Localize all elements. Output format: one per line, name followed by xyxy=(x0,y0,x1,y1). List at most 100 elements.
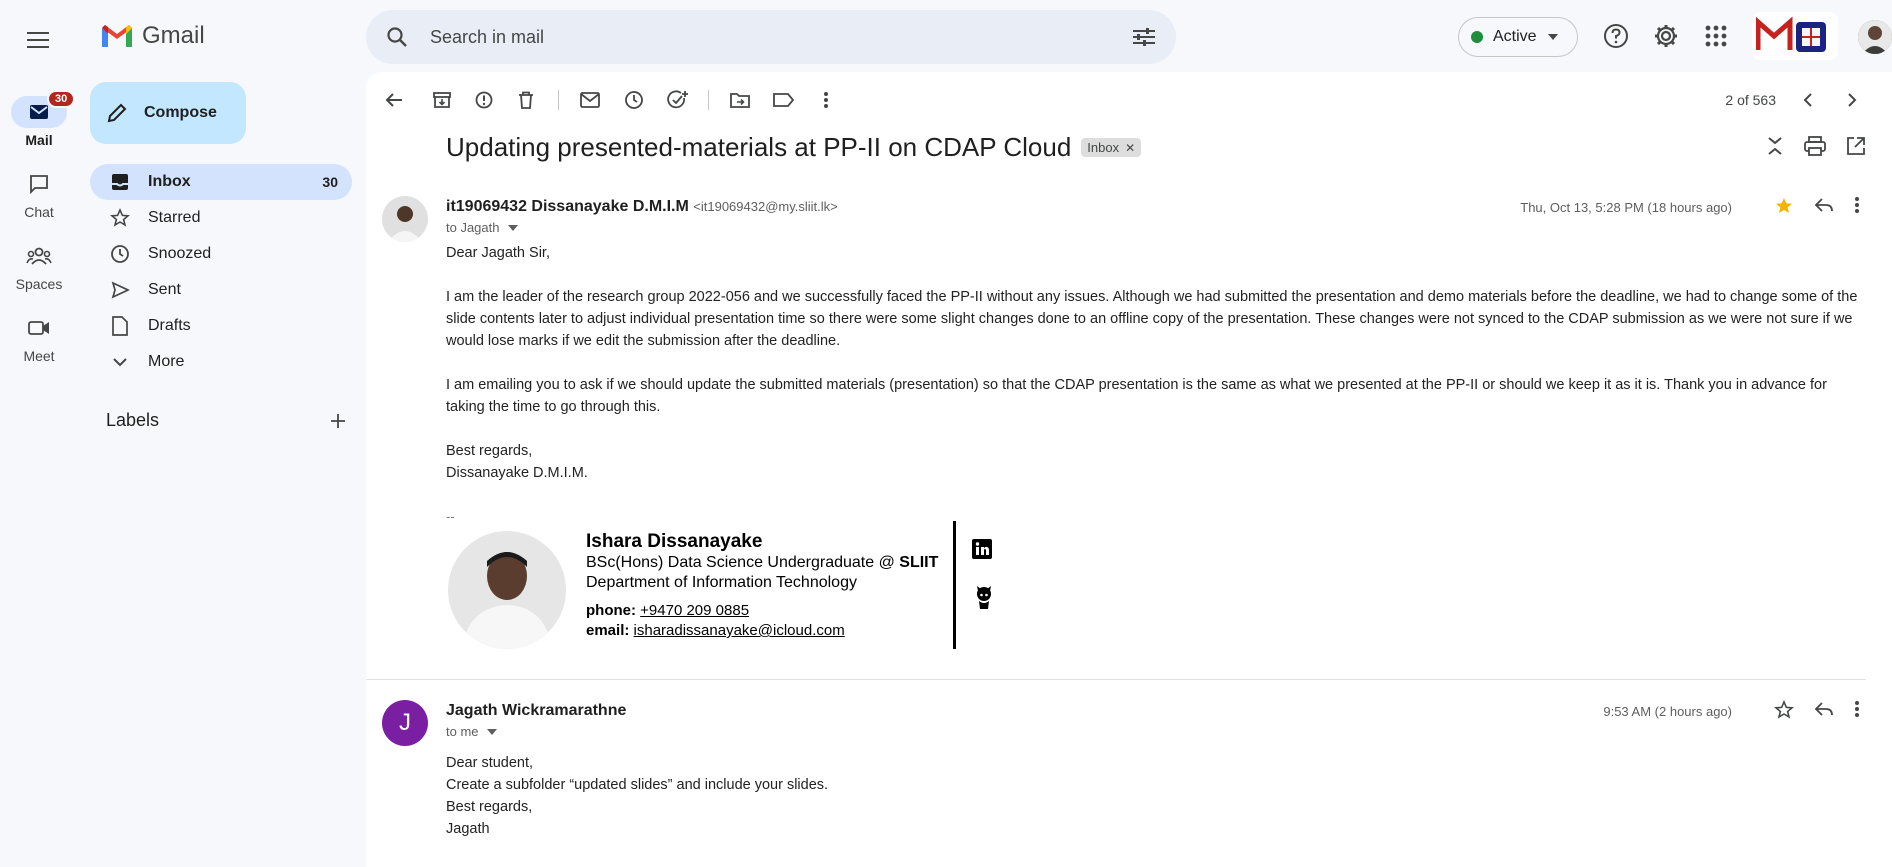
rail-item-spaces[interactable]: Spaces xyxy=(0,240,78,292)
email-link[interactable]: isharadissanayake@icloud.com xyxy=(634,622,845,639)
github-icon[interactable] xyxy=(972,585,996,609)
phone-link[interactable]: +9470 209 0885 xyxy=(640,602,749,619)
rail-label-spaces: Spaces xyxy=(15,276,63,292)
video-camera-icon xyxy=(28,321,49,335)
help-icon xyxy=(1604,24,1628,48)
more-vert-icon[interactable] xyxy=(1854,196,1860,214)
caret-down-icon xyxy=(486,728,497,735)
nav-label-sent: Sent xyxy=(148,281,181,298)
archive-button[interactable] xyxy=(430,88,454,112)
sender-name[interactable]: it19069432 Dissanayake D.M.I.M xyxy=(446,198,689,215)
active-status-dot xyxy=(1471,31,1483,43)
inbox-icon xyxy=(112,174,128,190)
star-icon[interactable] xyxy=(1774,700,1794,720)
nav-item-inbox[interactable]: Inbox 30 xyxy=(90,164,352,200)
search-options-icon[interactable] xyxy=(1132,27,1156,47)
reading-pane: 2 of 563 Updating presented-materials at… xyxy=(366,72,1892,867)
nav-item-snoozed[interactable]: Snoozed xyxy=(90,236,352,272)
status-dropdown[interactable]: Active xyxy=(1458,17,1578,57)
compose-button[interactable]: Compose xyxy=(90,82,246,144)
status-label: Active xyxy=(1493,28,1537,45)
labels-button[interactable] xyxy=(772,88,796,112)
label-icon xyxy=(773,93,795,107)
task-add-icon xyxy=(667,90,688,109)
message-toolbar: 2 of 563 xyxy=(366,72,1892,128)
nav-label-snoozed: Snoozed xyxy=(148,245,212,262)
support-button[interactable] xyxy=(1602,22,1630,50)
add-label-icon[interactable] xyxy=(330,413,346,429)
rail-item-chat[interactable]: Chat xyxy=(0,168,78,220)
user-photo-icon xyxy=(1858,20,1892,54)
mark-unread-button[interactable] xyxy=(578,88,602,112)
sender-name[interactable]: Jagath Wickramarathne xyxy=(446,702,626,719)
add-to-tasks-button[interactable] xyxy=(666,88,690,112)
rail-label-meet: Meet xyxy=(23,348,55,364)
sender-avatar[interactable]: J xyxy=(382,700,428,746)
organization-logo[interactable] xyxy=(1752,12,1838,60)
recipient-details[interactable]: to Jagath xyxy=(446,220,518,235)
open-new-window-icon[interactable] xyxy=(1846,136,1866,156)
social-links xyxy=(956,521,996,649)
star-icon xyxy=(110,208,130,227)
collapse-all-icon[interactable] xyxy=(1766,136,1784,156)
inbox-label-chip[interactable]: Inbox ✕ xyxy=(1081,138,1142,157)
apps-button[interactable] xyxy=(1702,22,1730,50)
gear-icon xyxy=(1655,25,1677,47)
star-filled-icon[interactable] xyxy=(1774,196,1794,216)
search-bar xyxy=(366,10,1176,64)
gmail-m-icon xyxy=(102,25,132,47)
body-greeting: Dear Jagath Sir, xyxy=(446,245,550,261)
label-chip-text: Inbox xyxy=(1087,140,1120,155)
settings-button[interactable] xyxy=(1652,22,1680,50)
arrow-left-icon xyxy=(385,93,402,107)
more-actions-button[interactable] xyxy=(814,88,838,112)
delete-button[interactable] xyxy=(514,88,538,112)
pencil-icon xyxy=(107,103,127,123)
rail-item-mail[interactable]: 30 Mail xyxy=(0,90,78,148)
back-button[interactable] xyxy=(382,88,406,112)
account-avatar[interactable] xyxy=(1858,20,1892,54)
gmail-logo[interactable]: Gmail xyxy=(100,22,205,50)
labels-heading: Labels xyxy=(106,410,160,430)
older-button[interactable] xyxy=(1840,88,1864,112)
rail-item-meet[interactable]: Meet xyxy=(0,312,78,364)
body-line-3: Best regards, xyxy=(446,799,533,815)
send-icon xyxy=(111,281,130,299)
nav-item-drafts[interactable]: Drafts xyxy=(90,308,352,344)
reply-icon[interactable] xyxy=(1814,196,1834,214)
nav-label-more: More xyxy=(148,353,185,370)
thread-actions xyxy=(1766,136,1866,156)
app-name: Gmail xyxy=(142,22,205,49)
nav-item-starred[interactable]: Starred xyxy=(90,200,352,236)
search-icon[interactable] xyxy=(386,26,408,48)
body-line-1: Dear student, xyxy=(446,755,534,771)
newer-button[interactable] xyxy=(1796,88,1820,112)
menu-icon xyxy=(27,32,49,48)
sender-avatar[interactable] xyxy=(382,196,428,242)
chat-icon xyxy=(30,175,48,194)
report-spam-button[interactable] xyxy=(472,88,496,112)
snooze-button[interactable] xyxy=(622,88,646,112)
body-signoff: Dissanayake D.M.I.M. xyxy=(446,465,588,481)
move-to-button[interactable] xyxy=(728,88,752,112)
linkedin-icon[interactable] xyxy=(972,539,992,559)
body-paragraph-2: I am emailing you to ask if we should up… xyxy=(446,377,1827,415)
rail-label-mail: Mail xyxy=(25,132,53,148)
sender-email: <it19069432@my.sliit.lk> xyxy=(693,199,838,214)
nav-item-sent[interactable]: Sent xyxy=(90,272,352,308)
nav-item-more[interactable]: More xyxy=(90,344,352,380)
university-logo-icon xyxy=(1756,16,1826,52)
reply-icon[interactable] xyxy=(1814,700,1834,718)
main-menu-button[interactable] xyxy=(22,24,54,56)
rail-label-chat: Chat xyxy=(24,204,54,220)
recipient-text: to Jagath xyxy=(446,220,500,235)
more-vert-icon[interactable] xyxy=(1854,700,1860,718)
body-paragraph-1: I am the leader of the research group 20… xyxy=(446,289,1858,349)
chevron-right-icon xyxy=(1848,93,1857,107)
remove-label-icon[interactable]: ✕ xyxy=(1125,141,1135,155)
signature-title: BSc(Hons) Data Science Undergraduate @ S… xyxy=(586,553,945,573)
recipient-details[interactable]: to me xyxy=(446,724,497,739)
search-input[interactable] xyxy=(430,26,1132,48)
print-icon[interactable] xyxy=(1804,136,1826,156)
draft-file-icon xyxy=(112,316,128,336)
